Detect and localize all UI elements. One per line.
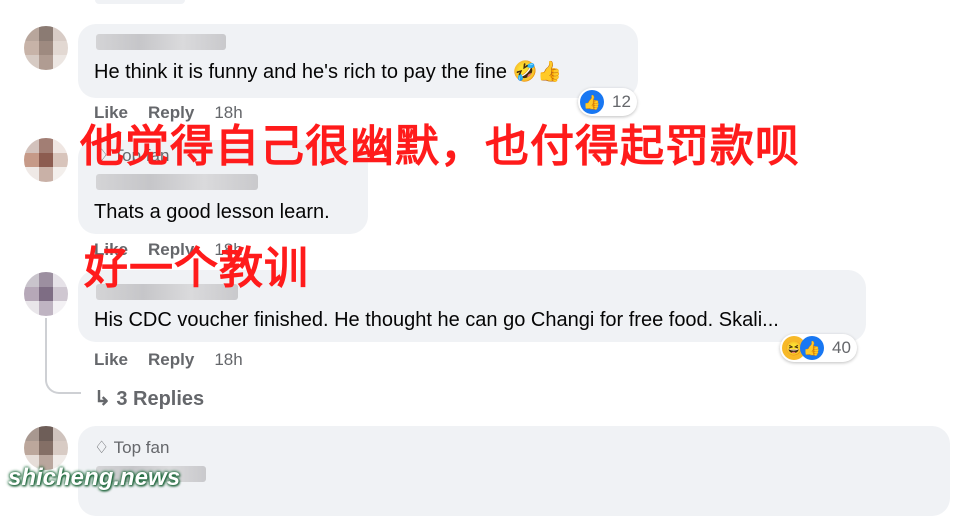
avatar[interactable] <box>24 26 68 70</box>
watermark: shicheng.news <box>8 464 181 491</box>
comment-text: He think it is funny and he's rich to pa… <box>94 61 563 83</box>
partial-top-row <box>95 0 185 4</box>
like-icon: 👍 <box>800 336 824 360</box>
comment-text: Thats a good lesson learn. <box>94 201 330 223</box>
reaction-count: 40 <box>832 338 851 357</box>
timestamp[interactable]: 18h <box>214 350 242 369</box>
overlay-caption: 他觉得自己很幽默，也付得起罚款呗 <box>80 121 800 172</box>
commenter-name[interactable] <box>96 34 226 50</box>
reply-arrow-icon: ↳ <box>94 388 111 410</box>
view-replies-button[interactable]: ↳ 3 Replies <box>94 386 204 411</box>
top-fan-badge: ♢ Top fan <box>94 438 170 457</box>
reaction-summary[interactable]: 😆 👍 40 <box>780 334 857 362</box>
emoji: 🤣👍 <box>512 61 563 83</box>
reaction-count: 12 <box>612 92 631 111</box>
comment-bubble: ♢ Top fan <box>78 426 950 516</box>
commenter-name[interactable] <box>96 174 258 190</box>
comment-bubble: He think it is funny and he's rich to pa… <box>78 24 638 98</box>
diamond-icon: ♢ <box>94 438 110 457</box>
comment-text: His CDC voucher finished. He thought he … <box>94 309 779 331</box>
avatar[interactable] <box>24 272 68 316</box>
comment-actions: Like Reply 18h <box>94 350 263 370</box>
reply-button[interactable]: Reply <box>148 350 194 369</box>
like-button[interactable]: Like <box>94 350 128 369</box>
avatar[interactable] <box>24 138 68 182</box>
thread-curve <box>45 372 81 394</box>
thread-line <box>45 318 47 380</box>
overlay-caption: 好一个教训 <box>84 243 309 294</box>
